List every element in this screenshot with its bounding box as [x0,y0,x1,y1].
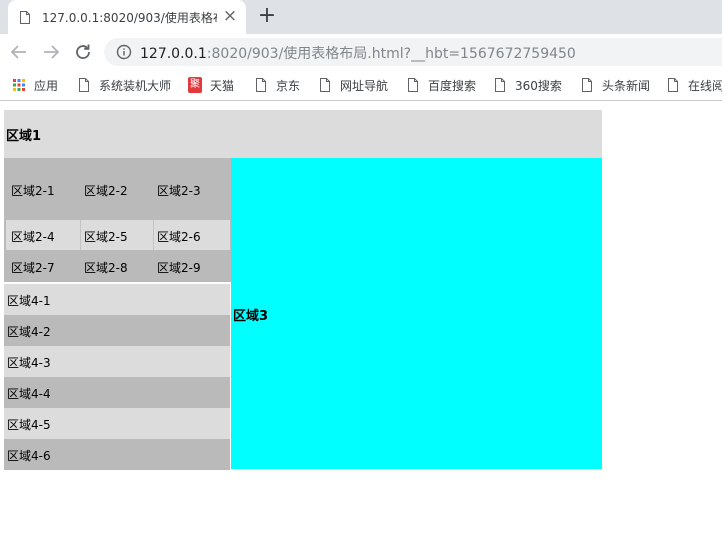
page-icon [20,11,30,24]
cell-label: 区域2-4 [11,230,55,244]
area-2-cell: 区域2-7 [8,252,78,280]
cell-label: 区域2-6 [157,230,201,244]
area-3: 区域3 [231,158,602,469]
area-2-cell: 区域2-8 [81,252,151,280]
cell-label: 区域2-5 [84,230,128,244]
back-arrow-icon[interactable] [8,41,30,63]
url-path: :8020/903/使用表格布局.html?__hbt=156767275945… [206,46,576,62]
info-icon[interactable] [116,44,132,60]
area-1-label: 区域1 [6,129,42,144]
bookmark-label: 京东 [276,79,301,93]
page-icon [320,78,330,92]
url-text[interactable]: 127.0.0.1:8020/903/使用表格布局.html?__hbt=156… [140,43,576,63]
cell-label: 区域2-8 [84,261,128,275]
address-bar[interactable]: 127.0.0.1:8020/903/使用表格布局.html?__hbt=156… [104,38,722,66]
bookmark-label: 360搜索 [515,79,562,93]
area-2-cell: 区域2-1 [8,175,78,203]
area-4-row: 区域4-4 [4,377,230,408]
area-4-list: 区域4-1 区域4-2 区域4-3 区域4-4 区域4-5 区域4-6 [4,282,231,470]
bookmark-label: 天猫 [210,79,235,93]
cell-label: 区域2-3 [157,184,201,198]
browser-tab-active[interactable]: 127.0.0.1:8020/903/使用表格布局 × [8,0,246,34]
area-2-cell: 区域2-6 [154,221,224,249]
browser-toolbar: 127.0.0.1:8020/903/使用表格布局.html?__hbt=156… [0,34,722,70]
tmall-icon: 聚 [188,77,202,93]
bookmark-label: 头条新闻 [602,79,651,93]
area-1: 区域1 [4,110,602,158]
bookmark-label: 网址导航 [340,79,389,93]
cell-label: 区域2-1 [11,184,55,198]
page-icon [582,78,592,92]
area-4-row: 区域4-6 [4,439,230,470]
page-icon [408,78,418,92]
area-4-row: 区域4-1 [4,284,230,315]
area-4-row: 区域4-2 [4,315,230,346]
row-label: 区域4-2 [7,325,51,339]
bookmark-label: 系统装机大师 [99,79,172,93]
cell-label: 区域2-9 [157,261,201,275]
area-2-cell: 区域2-4 [8,221,78,249]
row-label: 区域4-1 [7,294,51,308]
page-icon [668,78,678,92]
row-label: 区域4-4 [7,387,51,401]
tab-strip: 127.0.0.1:8020/903/使用表格布局 × + [0,0,722,34]
row-label: 区域4-6 [7,449,51,463]
area-2-grid: 区域2-1 区域2-2 区域2-3 区域2-4 区域2-5 区域2-6 区域2-… [4,158,231,282]
area-3-label: 区域3 [233,309,269,324]
area-4-row: 区域4-3 [4,346,230,377]
forward-arrow-icon[interactable] [40,41,62,63]
bookmark-label: 百度搜索 [428,79,477,93]
page-content: 区域1 区域2-1 区域2-2 区域2-3 区域2-4 区域2-5 区域2-6 … [0,101,722,539]
page-icon [495,78,505,92]
cell-label: 区域2-2 [84,184,128,198]
area-4-row: 区域4-5 [4,408,230,439]
row-label: 区域4-5 [7,418,51,432]
area-2-cell: 区域2-3 [154,175,224,203]
area-2-row-highlight: 区域2-4 区域2-5 区域2-6 [6,220,230,250]
page-icon [79,78,89,92]
url-host: 127.0.0.1 [140,46,207,62]
bookmark-label: 在线阅 [688,79,722,93]
area-2-cell: 区域2-5 [81,221,151,249]
new-tab-button[interactable]: + [256,5,278,27]
bookmarks-bar: 应用 系统装机大师 聚 天猫 京东 网址导航 百度搜索 360搜索 头条新闻 在… [0,70,722,101]
row-label: 区域4-3 [7,356,51,370]
area-2-cell: 区域2-9 [154,252,224,280]
close-tab-icon[interactable]: × [221,7,239,25]
reload-icon[interactable] [72,41,94,63]
page-icon [256,78,266,92]
area-2-cell: 区域2-2 [81,175,151,203]
bookmark-label: 应用 [34,79,59,93]
cell-label: 区域2-7 [11,261,55,275]
apps-grid-icon [13,79,25,91]
tab-title: 127.0.0.1:8020/903/使用表格布局 [42,11,217,25]
